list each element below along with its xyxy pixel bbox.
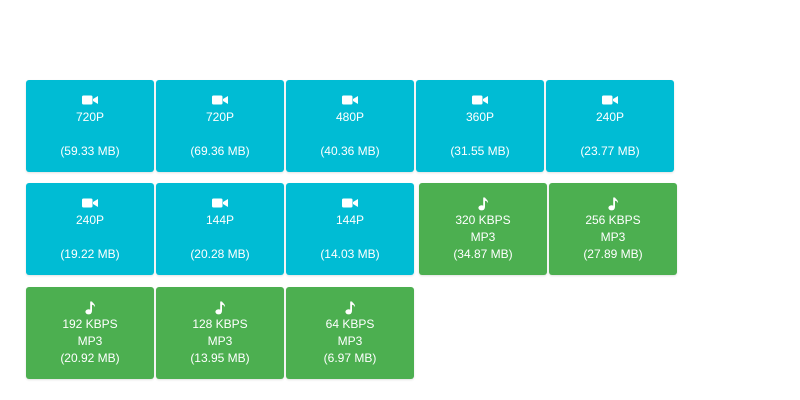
video-download-button[interactable]: 480P (40.36 MB)	[286, 80, 414, 172]
audio-download-button[interactable]: 256 KBPS MP3 (27.89 MB)	[549, 183, 677, 275]
video-camera-icon	[342, 95, 358, 105]
tile-icon	[286, 301, 414, 315]
quality-label: 720P	[75, 110, 105, 124]
file-size-label: (59.33 MB)	[60, 144, 120, 158]
music-note-icon	[478, 197, 489, 211]
quality-label: 240P	[75, 213, 105, 227]
tile-icon	[546, 94, 674, 108]
quality-label: 720P	[205, 110, 235, 124]
file-size-label: (20.92 MB)	[60, 351, 120, 365]
video-camera-icon	[602, 95, 618, 105]
tile-icon	[156, 301, 284, 315]
video-camera-icon	[212, 95, 228, 105]
bitrate-label: 64 KBPS	[325, 317, 375, 331]
tile-icon	[156, 94, 284, 108]
video-camera-icon	[82, 198, 98, 208]
format-label: MP3	[600, 230, 626, 244]
file-size-label: (69.36 MB)	[190, 144, 250, 158]
file-size-label: (27.89 MB)	[583, 247, 643, 261]
video-camera-icon	[212, 198, 228, 208]
format-label: MP3	[337, 334, 363, 348]
tile-icon	[26, 197, 154, 211]
tile-icon	[26, 94, 154, 108]
quality-label: 144P	[335, 213, 365, 227]
video-download-button[interactable]: 720P (59.33 MB)	[26, 80, 154, 172]
video-camera-icon	[342, 198, 358, 208]
file-size-label: (14.03 MB)	[320, 247, 380, 261]
audio-download-button[interactable]: 192 KBPS MP3 (20.92 MB)	[26, 287, 154, 379]
tile-icon	[286, 94, 414, 108]
format-label: MP3	[77, 334, 103, 348]
quality-label: 144P	[205, 213, 235, 227]
video-download-button[interactable]: 144P (14.03 MB)	[286, 183, 414, 275]
file-size-label: (34.87 MB)	[453, 247, 513, 261]
audio-download-button[interactable]: 320 KBPS MP3 (34.87 MB)	[419, 183, 547, 275]
tile-icon	[549, 197, 677, 211]
audio-download-button[interactable]: 64 KBPS MP3 (6.97 MB)	[286, 287, 414, 379]
video-camera-icon	[472, 95, 488, 105]
tile-icon	[416, 94, 544, 108]
bitrate-label: 320 KBPS	[455, 213, 511, 227]
tile-icon	[419, 197, 547, 211]
tile-icon	[156, 197, 284, 211]
video-download-button[interactable]: 720P (69.36 MB)	[156, 80, 284, 172]
music-note-icon	[345, 301, 356, 315]
bitrate-label: 192 KBPS	[62, 317, 118, 331]
file-size-label: (19.22 MB)	[60, 247, 120, 261]
video-download-button[interactable]: 360P (31.55 MB)	[416, 80, 544, 172]
audio-download-button[interactable]: 128 KBPS MP3 (13.95 MB)	[156, 287, 284, 379]
file-size-label: (6.97 MB)	[323, 351, 377, 365]
file-size-label: (31.55 MB)	[450, 144, 510, 158]
bitrate-label: 128 KBPS	[192, 317, 248, 331]
video-camera-icon	[82, 95, 98, 105]
quality-label: 480P	[335, 110, 365, 124]
file-size-label: (23.77 MB)	[580, 144, 640, 158]
music-note-icon	[608, 197, 619, 211]
video-download-button[interactable]: 240P (23.77 MB)	[546, 80, 674, 172]
format-label: MP3	[470, 230, 496, 244]
file-size-label: (40.36 MB)	[320, 144, 380, 158]
quality-label: 240P	[595, 110, 625, 124]
tile-icon	[286, 197, 414, 211]
music-note-icon	[215, 301, 226, 315]
format-label: MP3	[207, 334, 233, 348]
video-download-button[interactable]: 144P (20.28 MB)	[156, 183, 284, 275]
download-options-grid: 720P (59.33 MB) 720P (69.36 MB) 480P (40.36 M…	[0, 0, 800, 400]
file-size-label: (20.28 MB)	[190, 247, 250, 261]
tile-icon	[26, 301, 154, 315]
bitrate-label: 256 KBPS	[585, 213, 641, 227]
music-note-icon	[85, 301, 96, 315]
quality-label: 360P	[465, 110, 495, 124]
file-size-label: (13.95 MB)	[190, 351, 250, 365]
video-download-button[interactable]: 240P (19.22 MB)	[26, 183, 154, 275]
